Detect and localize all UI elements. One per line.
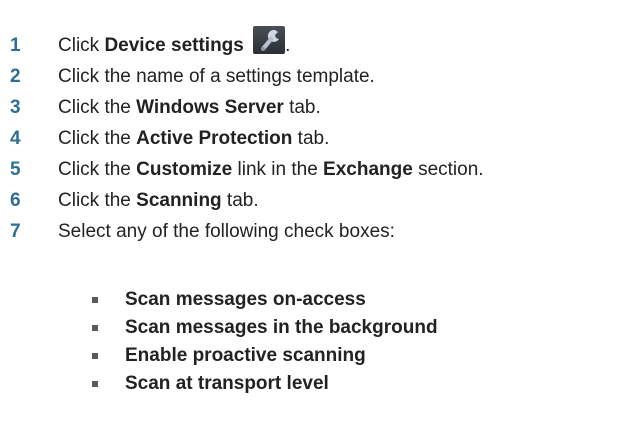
- step-text: Click the name of a settings template.: [58, 65, 375, 87]
- wrench-icon: [253, 25, 286, 54]
- step-number: 1: [10, 34, 21, 56]
- option-label: Scan messages in the background: [125, 317, 438, 338]
- step-text: Click the Windows Server tab.: [58, 96, 321, 118]
- device-settings-label: Device settings: [104, 34, 244, 56]
- step-text: Click the Scanning tab.: [58, 189, 259, 211]
- windows-server-label: Windows Server: [136, 96, 284, 118]
- active-protection-label: Active Protection: [136, 127, 293, 149]
- step-text: Click Device settings .: [58, 25, 290, 60]
- instruction-steps: 1 Click Device settings . 2 Click the na…: [10, 25, 635, 247]
- step-number: 6: [10, 189, 21, 211]
- step-text: Click the Active Protection tab.: [58, 127, 330, 149]
- checkbox-options-list: Scan messages on-access Scan messages in…: [92, 286, 632, 398]
- option-label: Scan messages on-access: [125, 289, 366, 310]
- step-number: 3: [10, 96, 21, 118]
- list-item: Scan at transport level: [92, 370, 632, 398]
- step-number: 4: [10, 127, 21, 149]
- step-7: 7 Select any of the following check boxe…: [10, 216, 635, 247]
- step-number: 7: [10, 220, 21, 242]
- scanning-label: Scanning: [136, 189, 222, 211]
- bullet-square-icon: [92, 353, 98, 359]
- step-1: 1 Click Device settings .: [10, 25, 635, 61]
- step-number: 2: [10, 65, 21, 87]
- step-text: Click the Customize link in the Exchange…: [58, 158, 484, 180]
- bullet-square-icon: [92, 325, 98, 331]
- step-6: 6 Click the Scanning tab.: [10, 185, 635, 216]
- bullet-square-icon: [92, 381, 98, 387]
- bullet-square-icon: [92, 297, 98, 303]
- list-item: Scan messages in the background: [92, 314, 632, 342]
- step-3: 3 Click the Windows Server tab.: [10, 92, 635, 123]
- list-item: Scan messages on-access: [92, 286, 632, 314]
- customize-label: Customize: [136, 158, 233, 180]
- step-2: 2 Click the name of a settings template.: [10, 61, 635, 92]
- step-number: 5: [10, 158, 21, 180]
- step-4: 4 Click the Active Protection tab.: [10, 123, 635, 154]
- list-item: Enable proactive scanning: [92, 342, 632, 370]
- option-label: Scan at transport level: [125, 373, 329, 394]
- exchange-label: Exchange: [323, 158, 413, 180]
- option-label: Enable proactive scanning: [125, 345, 366, 366]
- step-text: Select any of the following check boxes:: [58, 220, 395, 242]
- step-5: 5 Click the Customize link in the Exchan…: [10, 154, 635, 185]
